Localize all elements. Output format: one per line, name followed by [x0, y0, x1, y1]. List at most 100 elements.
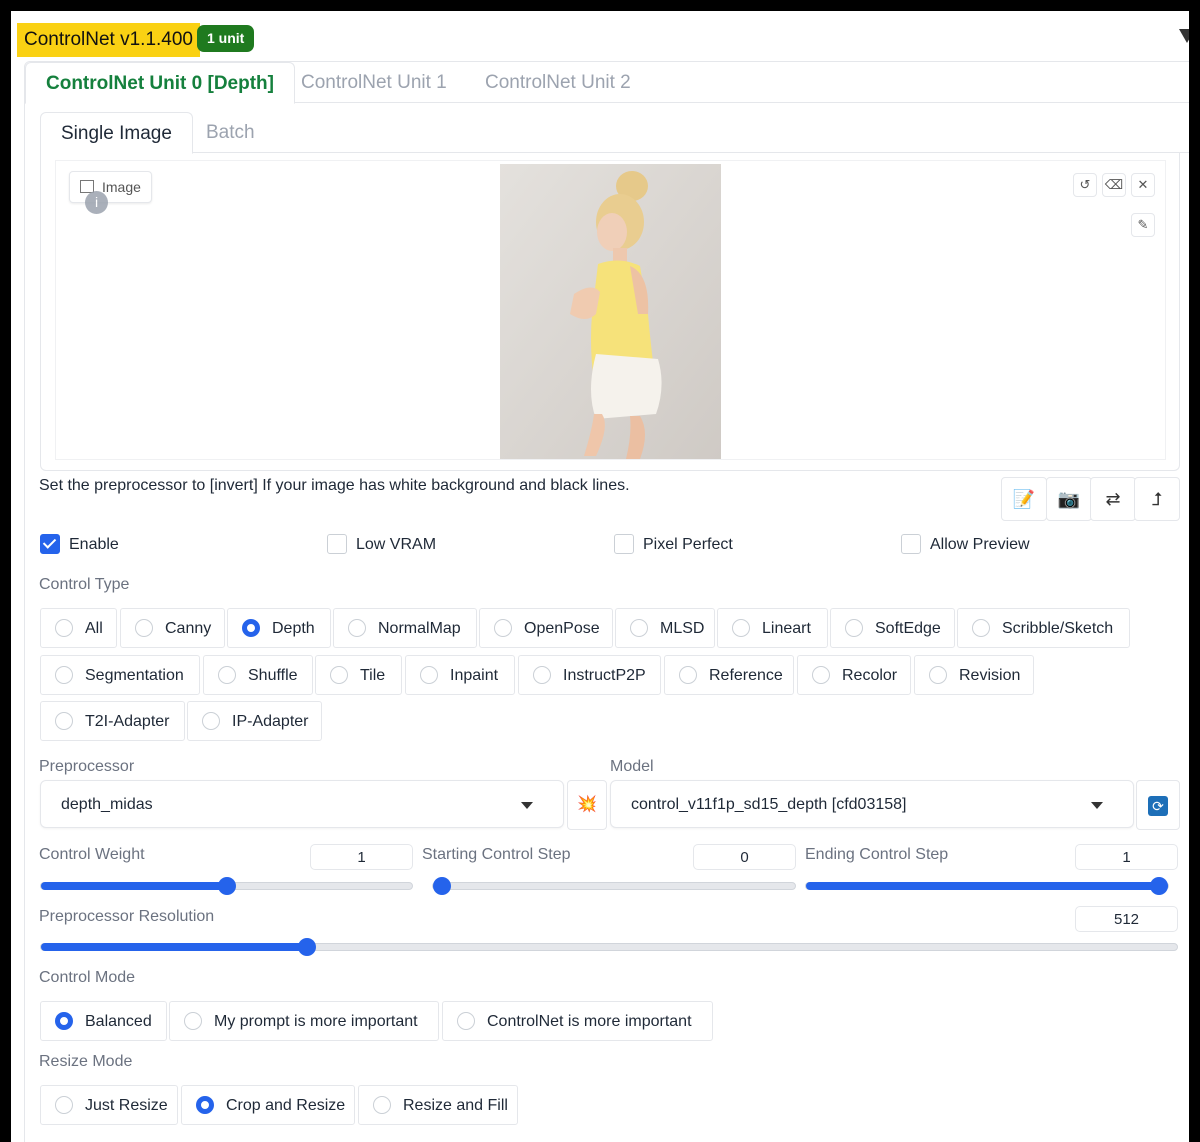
- radio-label: NormalMap: [378, 620, 461, 637]
- control-mode-controlnet[interactable]: ControlNet is more important: [442, 1001, 713, 1041]
- slider-thumb[interactable]: [433, 877, 451, 895]
- control-type-normalmap[interactable]: NormalMap: [333, 608, 477, 648]
- slider-fill: [41, 882, 227, 890]
- tab-single-image[interactable]: Single Image: [40, 112, 193, 154]
- collapse-caret-icon[interactable]: [1179, 29, 1189, 43]
- control-type-recolor[interactable]: Recolor: [797, 655, 911, 695]
- chevron-down-icon: [1091, 802, 1103, 809]
- control-type-tile[interactable]: Tile: [315, 655, 402, 695]
- radio-dot: [348, 619, 366, 637]
- low-vram-label[interactable]: Low VRAM: [356, 534, 436, 556]
- camera-icon[interactable]: 📷: [1046, 477, 1092, 521]
- radio-dot: [630, 619, 648, 637]
- radio-label: MLSD: [660, 620, 705, 637]
- radio-dot: [533, 666, 551, 684]
- pixel-perfect-checkbox[interactable]: [614, 534, 634, 554]
- enable-label[interactable]: Enable: [69, 534, 119, 556]
- control-mode-prompt[interactable]: My prompt is more important: [169, 1001, 439, 1041]
- control-type-label: Control Type: [39, 576, 130, 593]
- radio-dot: [420, 666, 438, 684]
- pixel-perfect-label[interactable]: Pixel Perfect: [643, 534, 733, 556]
- control-weight-slider[interactable]: [40, 877, 413, 895]
- control-mode-balanced[interactable]: Balanced: [40, 1001, 167, 1041]
- resolution-slider[interactable]: [40, 938, 1178, 956]
- control-type-reference[interactable]: Reference: [664, 655, 794, 695]
- control-type-all[interactable]: All: [40, 608, 117, 648]
- swap-icon[interactable]: ⇄: [1090, 477, 1136, 521]
- low-vram-checkbox[interactable]: [327, 534, 347, 554]
- eraser-icon[interactable]: ⌫: [1102, 173, 1126, 197]
- model-value: control_v11f1p_sd15_depth [cfd03158]: [631, 796, 907, 813]
- radio-dot: [55, 1096, 73, 1114]
- allow-preview-label[interactable]: Allow Preview: [930, 534, 1030, 556]
- radio-label: Inpaint: [450, 667, 499, 684]
- control-type-ip-adapter[interactable]: IP-Adapter: [187, 701, 322, 741]
- control-mode-label: Control Mode: [39, 969, 136, 986]
- radio-label: SoftEdge: [875, 620, 941, 637]
- tab-unit-2[interactable]: ControlNet Unit 2: [465, 62, 651, 102]
- enable-checkbox[interactable]: [40, 534, 60, 554]
- starting-step-label: Starting Control Step: [422, 846, 571, 863]
- radio-dot: [457, 1012, 475, 1030]
- tab-unit-0[interactable]: ControlNet Unit 0 [Depth]: [25, 62, 295, 104]
- send-icon[interactable]: ⮥: [1134, 477, 1180, 521]
- starting-step-slider[interactable]: [432, 877, 796, 895]
- resize-mode-resize-and-fill[interactable]: Resize and Fill: [358, 1085, 518, 1125]
- image-canvas[interactable]: Image i ↺ ⌫ ✕ ✎: [55, 160, 1166, 460]
- control-type-t2i-adapter[interactable]: T2I-Adapter: [40, 701, 185, 741]
- model-label: Model: [610, 758, 654, 775]
- control-type-scribble[interactable]: Scribble/Sketch: [957, 608, 1130, 648]
- control-type-depth[interactable]: Depth: [227, 608, 331, 648]
- radio-label: Segmentation: [85, 667, 184, 684]
- control-type-softedge[interactable]: SoftEdge: [830, 608, 955, 648]
- resize-mode-crop-and-resize[interactable]: Crop and Resize: [181, 1085, 355, 1125]
- image-label: Image: [69, 171, 152, 203]
- image-upload-area[interactable]: Image i ↺ ⌫ ✕ ✎: [40, 152, 1180, 471]
- model-dropdown[interactable]: control_v11f1p_sd15_depth [cfd03158]: [610, 780, 1134, 828]
- ending-step-slider[interactable]: [805, 877, 1169, 895]
- preprocessor-hint: Set the preprocessor to [invert] If your…: [39, 477, 630, 494]
- tab-batch[interactable]: Batch: [186, 112, 275, 152]
- undo-icon[interactable]: ↺: [1073, 173, 1097, 197]
- allow-preview-checkbox[interactable]: [901, 534, 921, 554]
- radio-label: My prompt is more important: [214, 1013, 418, 1030]
- ending-step-label: Ending Control Step: [805, 846, 949, 863]
- radio-dot: [55, 1012, 73, 1030]
- radio-label: Canny: [165, 620, 212, 637]
- control-type-revision[interactable]: Revision: [914, 655, 1034, 695]
- refresh-models-button[interactable]: ⟳: [1136, 780, 1180, 830]
- control-weight-input[interactable]: 1: [310, 844, 413, 870]
- close-icon[interactable]: ✕: [1131, 173, 1155, 197]
- photo-illustration: [500, 164, 721, 459]
- accordion-title[interactable]: ControlNet v1.1.400: [17, 23, 200, 57]
- control-type-inpaint[interactable]: Inpaint: [405, 655, 515, 695]
- control-type-shuffle[interactable]: Shuffle: [203, 655, 313, 695]
- preprocessor-dropdown[interactable]: depth_midas: [40, 780, 564, 828]
- control-type-openpose[interactable]: OpenPose: [479, 608, 613, 648]
- slider-thumb[interactable]: [1150, 877, 1168, 895]
- run-preprocessor-icon[interactable]: 💥: [567, 780, 607, 830]
- starting-step-input[interactable]: 0: [693, 844, 796, 870]
- radio-dot: [373, 1096, 391, 1114]
- control-weight-label: Control Weight: [39, 846, 145, 863]
- tab-unit-1[interactable]: ControlNet Unit 1: [281, 62, 467, 102]
- info-icon[interactable]: i: [85, 191, 108, 214]
- control-type-lineart[interactable]: Lineart: [717, 608, 828, 648]
- slider-thumb[interactable]: [217, 877, 236, 895]
- ending-step-input[interactable]: 1: [1075, 844, 1178, 870]
- radio-dot: [55, 712, 73, 730]
- unit-count-badge: 1 unit: [197, 25, 255, 52]
- brush-icon[interactable]: ✎: [1131, 213, 1155, 237]
- resize-mode-just-resize[interactable]: Just Resize: [40, 1085, 178, 1125]
- resolution-input[interactable]: 512: [1075, 906, 1178, 932]
- slider-thumb[interactable]: [297, 938, 316, 956]
- unit-panel: ControlNet Unit 0 [Depth] ControlNet Uni…: [24, 61, 1189, 1142]
- preprocessor-label: Preprocessor: [39, 758, 135, 775]
- control-type-segmentation[interactable]: Segmentation: [40, 655, 200, 695]
- notepad-icon[interactable]: 📝: [1001, 477, 1047, 521]
- radio-dot: [330, 666, 348, 684]
- control-type-canny[interactable]: Canny: [120, 608, 225, 648]
- radio-label: Just Resize: [85, 1097, 168, 1114]
- control-type-instructp2p[interactable]: InstructP2P: [518, 655, 661, 695]
- control-type-mlsd[interactable]: MLSD: [615, 608, 715, 648]
